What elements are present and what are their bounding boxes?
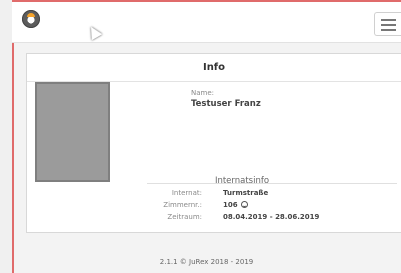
name-value: Testuser Franz [191, 99, 261, 109]
period-value: 08.04.2019 - 28.06.2019 [223, 213, 320, 221]
panel-title: Info [27, 54, 401, 82]
hamburger-line [381, 29, 396, 31]
section-divider [147, 183, 397, 184]
period-label: Zeitraum: [167, 213, 202, 221]
internat-label: Internat: [171, 189, 202, 197]
room-label: Zimmernr.: [163, 201, 202, 209]
room-value-wrapper: 106 [223, 201, 248, 209]
footer-text: 2.1.1 © JuRex 2018 - 2019 [159, 258, 254, 266]
hamburger-line [381, 24, 396, 26]
mouse-cursor-icon [85, 23, 103, 41]
info-panel: Info Name: Testuser Franz Internatsinfo … [26, 53, 401, 233]
menu-button[interactable] [374, 12, 401, 36]
profile-photo-placeholder [35, 82, 110, 182]
name-label: Name: [191, 89, 215, 97]
internat-value: Turmstraße [223, 189, 269, 197]
room-value: 106 [223, 201, 238, 209]
smiley-icon[interactable] [240, 201, 248, 208]
hamburger-line [381, 19, 396, 21]
section-title: Internatsinfo [214, 176, 270, 186]
app-logo-icon[interactable] [22, 10, 40, 28]
top-bar [12, 2, 401, 43]
